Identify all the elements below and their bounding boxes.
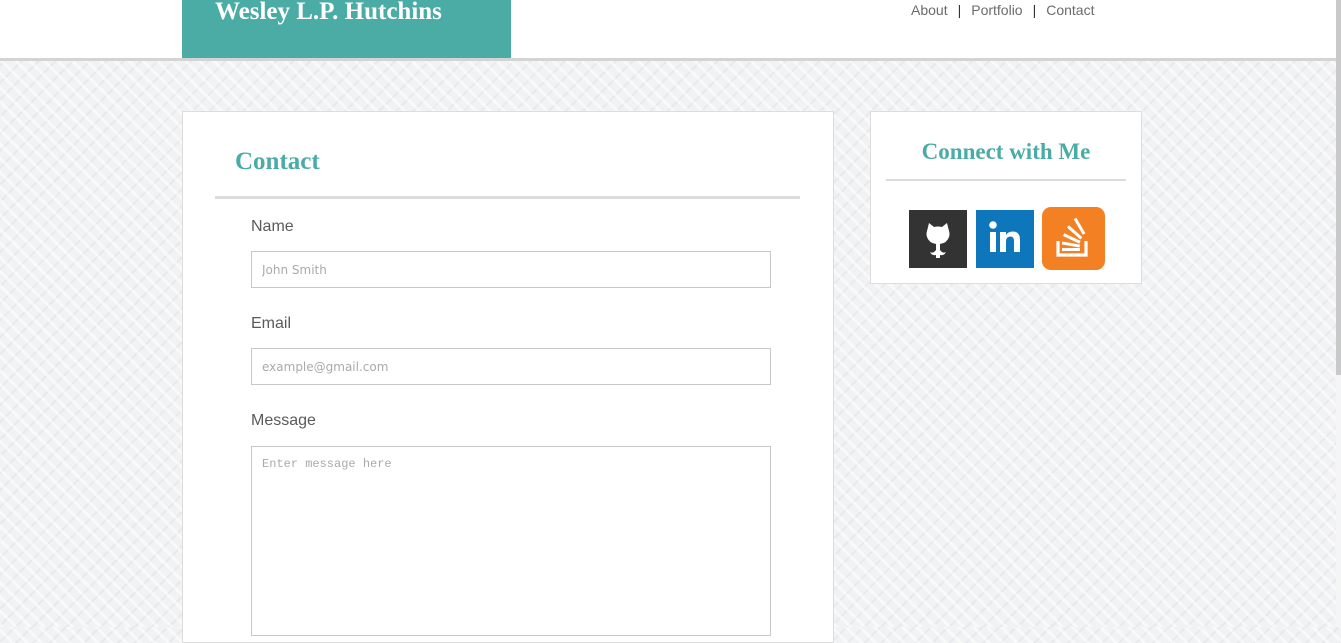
github-link[interactable] <box>909 210 967 268</box>
brand-title[interactable]: Wesley L.P. Hutchins <box>215 0 442 26</box>
connect-title: Connect with Me <box>921 139 1091 164</box>
github-icon <box>926 223 950 258</box>
stackoverflow-icon <box>1056 217 1088 257</box>
linkedin-icon <box>989 221 1020 252</box>
scrollbar-thumb[interactable] <box>1336 0 1341 375</box>
nav-separator: | <box>957 2 962 18</box>
nav-portfolio[interactable]: Portfolio <box>971 2 1022 18</box>
contact-title: Contact <box>235 148 320 175</box>
connect-card: Connect with Me <box>870 111 1142 284</box>
email-label: Email <box>251 315 292 332</box>
brand-block[interactable]: Wesley L.P. Hutchins <box>182 0 511 58</box>
nav-about[interactable]: About <box>911 2 948 18</box>
name-input[interactable] <box>251 251 771 288</box>
message-textarea[interactable] <box>251 446 771 636</box>
nav-contact[interactable]: Contact <box>1046 2 1094 18</box>
name-label: Name <box>251 218 294 235</box>
message-label: Message <box>251 412 316 429</box>
connect-divider <box>886 179 1126 181</box>
contact-card: Contact Name Email Message <box>182 111 834 643</box>
email-input[interactable] <box>251 348 771 385</box>
stackoverflow-link[interactable] <box>1042 207 1105 270</box>
site-header: Wesley L.P. Hutchins About | Portfolio | Con… <box>0 0 1336 61</box>
title-divider <box>215 196 800 199</box>
nav-separator: | <box>1032 2 1037 18</box>
linkedin-link[interactable] <box>976 210 1034 268</box>
main-nav: About | Portfolio | Contact <box>911 2 1094 18</box>
